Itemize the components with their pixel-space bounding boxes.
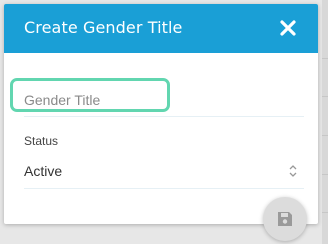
gender-title-input[interactable] — [24, 84, 304, 116]
divider — [322, 58, 328, 59]
select-underline — [24, 188, 304, 189]
status-select[interactable]: Active — [24, 156, 304, 189]
dialog-header: Create Gender Title — [4, 4, 318, 53]
dialog-title: Create Gender Title — [24, 18, 183, 37]
divider — [322, 96, 328, 97]
status-select-value: Active — [24, 163, 63, 179]
divider — [322, 135, 328, 136]
create-gender-title-dialog: Create Gender Title Status Active — [4, 4, 318, 224]
close-button[interactable] — [276, 16, 300, 40]
input-underline — [24, 116, 304, 117]
gender-title-field — [24, 84, 304, 117]
divider — [322, 212, 328, 213]
divider — [322, 174, 328, 175]
background-list-edge — [322, 0, 328, 244]
status-label: Status — [24, 134, 59, 148]
chevron-up-down-icon — [289, 165, 297, 177]
save-button[interactable] — [263, 197, 307, 241]
close-icon — [280, 20, 296, 36]
floppy-disk-icon — [278, 212, 292, 226]
